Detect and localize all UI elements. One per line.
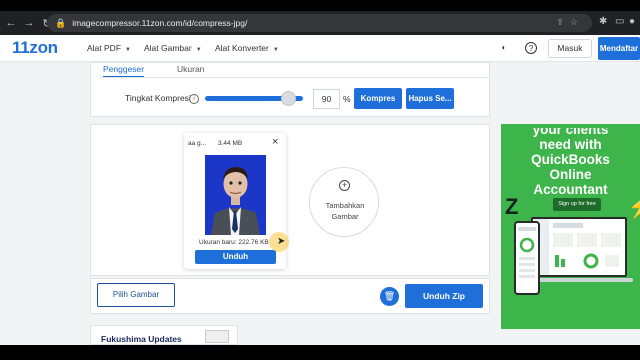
add-image-label: Tambahkan Gambar (310, 200, 380, 222)
help-icon[interactable]: ? (525, 42, 537, 54)
ad-cut-line: your clients (532, 128, 609, 137)
info-icon[interactable]: i (189, 94, 199, 104)
ad-line: Accountant (533, 182, 608, 197)
image-thumbnail (205, 155, 266, 235)
extensions-icon[interactable]: ✱ (599, 16, 607, 27)
ad-line: need with (539, 137, 602, 152)
tabs-divider (100, 77, 490, 78)
choose-image-button[interactable]: Pilih Gambar (97, 283, 175, 307)
laptop-illustration (531, 217, 627, 277)
share-star-icons[interactable]: ⇪☆ (556, 17, 584, 28)
trash-icon[interactable]: 🗑 (380, 287, 399, 306)
forward-arrow-icon[interactable]: → (22, 17, 36, 29)
ad-banner-text: Fukushima Updates (101, 334, 182, 344)
profile-icon[interactable]: ● (629, 16, 635, 27)
compression-input[interactable]: 90 (313, 89, 340, 109)
contrast-icon[interactable]: ◐ (498, 42, 510, 54)
ad-logo-icon: Z (505, 194, 519, 219)
compress-button[interactable]: Kompres (354, 88, 402, 109)
percent-sign: % (343, 94, 351, 104)
chevron-down-icon: ▼ (195, 47, 202, 53)
download-button[interactable]: Unduh (195, 250, 276, 264)
bottom-letterbox (0, 345, 640, 360)
menu-label: Alat PDF (87, 43, 122, 53)
browser-toolbar: ← → ↻ 🔒 imagecompressor.11zon.com/id/com… (0, 11, 640, 35)
close-icon[interactable]: × (272, 136, 278, 148)
phone-screen (518, 227, 536, 278)
menu-alat-gambar[interactable]: Alat Gambar ▼ (144, 43, 202, 53)
upload-area (90, 124, 490, 276)
ad-line: Online (549, 167, 592, 182)
menu-label: Alat Gambar (144, 43, 192, 53)
url-text: imagecompressor.11zon.com/id/compress-jp… (72, 18, 248, 28)
sidebar-icon[interactable]: ▭ (615, 16, 624, 27)
site-logo[interactable]: 11zon (12, 38, 58, 58)
bottom-ad-banner[interactable]: Fukushima Updates (90, 325, 238, 345)
slider-thumb[interactable] (281, 91, 296, 106)
signup-button[interactable]: Mendaftar (598, 37, 640, 60)
download-zip-button[interactable]: Unduh Zip (405, 284, 483, 308)
chevron-down-icon: ▼ (125, 47, 131, 53)
plus-circle-icon: + (339, 180, 350, 191)
file-name: aa g... (188, 140, 207, 147)
menu-label: Alat Konverter (215, 43, 269, 53)
dashboard-illustration (533, 219, 621, 275)
laptop-base (525, 278, 633, 282)
quickbooks-ad[interactable]: your clients need with QuickBooks Online… (501, 124, 640, 329)
login-button[interactable]: Masuk (548, 39, 592, 58)
back-arrow-icon[interactable]: ← (4, 17, 18, 29)
lightning-icon: ⚡ (627, 194, 640, 220)
add-image-button[interactable]: + Tambahkan Gambar (309, 167, 379, 237)
mouse-pointer-icon: ➤ (277, 236, 286, 247)
phone-illustration (514, 221, 540, 295)
ad-signup-button[interactable]: Sign up for free (553, 198, 601, 211)
ad-line: QuickBooks (531, 152, 610, 167)
flag-icon (205, 330, 229, 343)
clear-all-button[interactable]: Hapus Se... (406, 88, 454, 109)
portrait-illustration (205, 155, 266, 235)
site-header: 11zon Alat PDF ▼ Alat Gambar ▼ Alat Konver… (0, 35, 640, 62)
lock-icon: 🔒 (55, 17, 67, 28)
tab-ukuran[interactable]: Ukuran (177, 64, 204, 78)
tab-penggeser[interactable]: Penggeser (103, 64, 145, 78)
add-image-label-line: Gambar (331, 212, 359, 221)
address-bar[interactable]: 🔒 imagecompressor.11zon.com/id/compress-… (47, 14, 592, 32)
ad-headline: your clients need with QuickBooks Online… (501, 128, 640, 197)
file-size: 3.44 MB (218, 140, 243, 147)
new-size-text: Ukuran baru: 222.76 KB (199, 239, 269, 246)
menu-alat-konverter[interactable]: Alat Konverter ▼ (215, 43, 279, 53)
add-image-label-line: Tambahkan (325, 201, 365, 210)
chevron-down-icon: ▼ (272, 47, 279, 53)
menu-alat-pdf[interactable]: Alat PDF ▼ (87, 43, 131, 53)
compression-label: Tingkat Kompresi (125, 93, 191, 103)
